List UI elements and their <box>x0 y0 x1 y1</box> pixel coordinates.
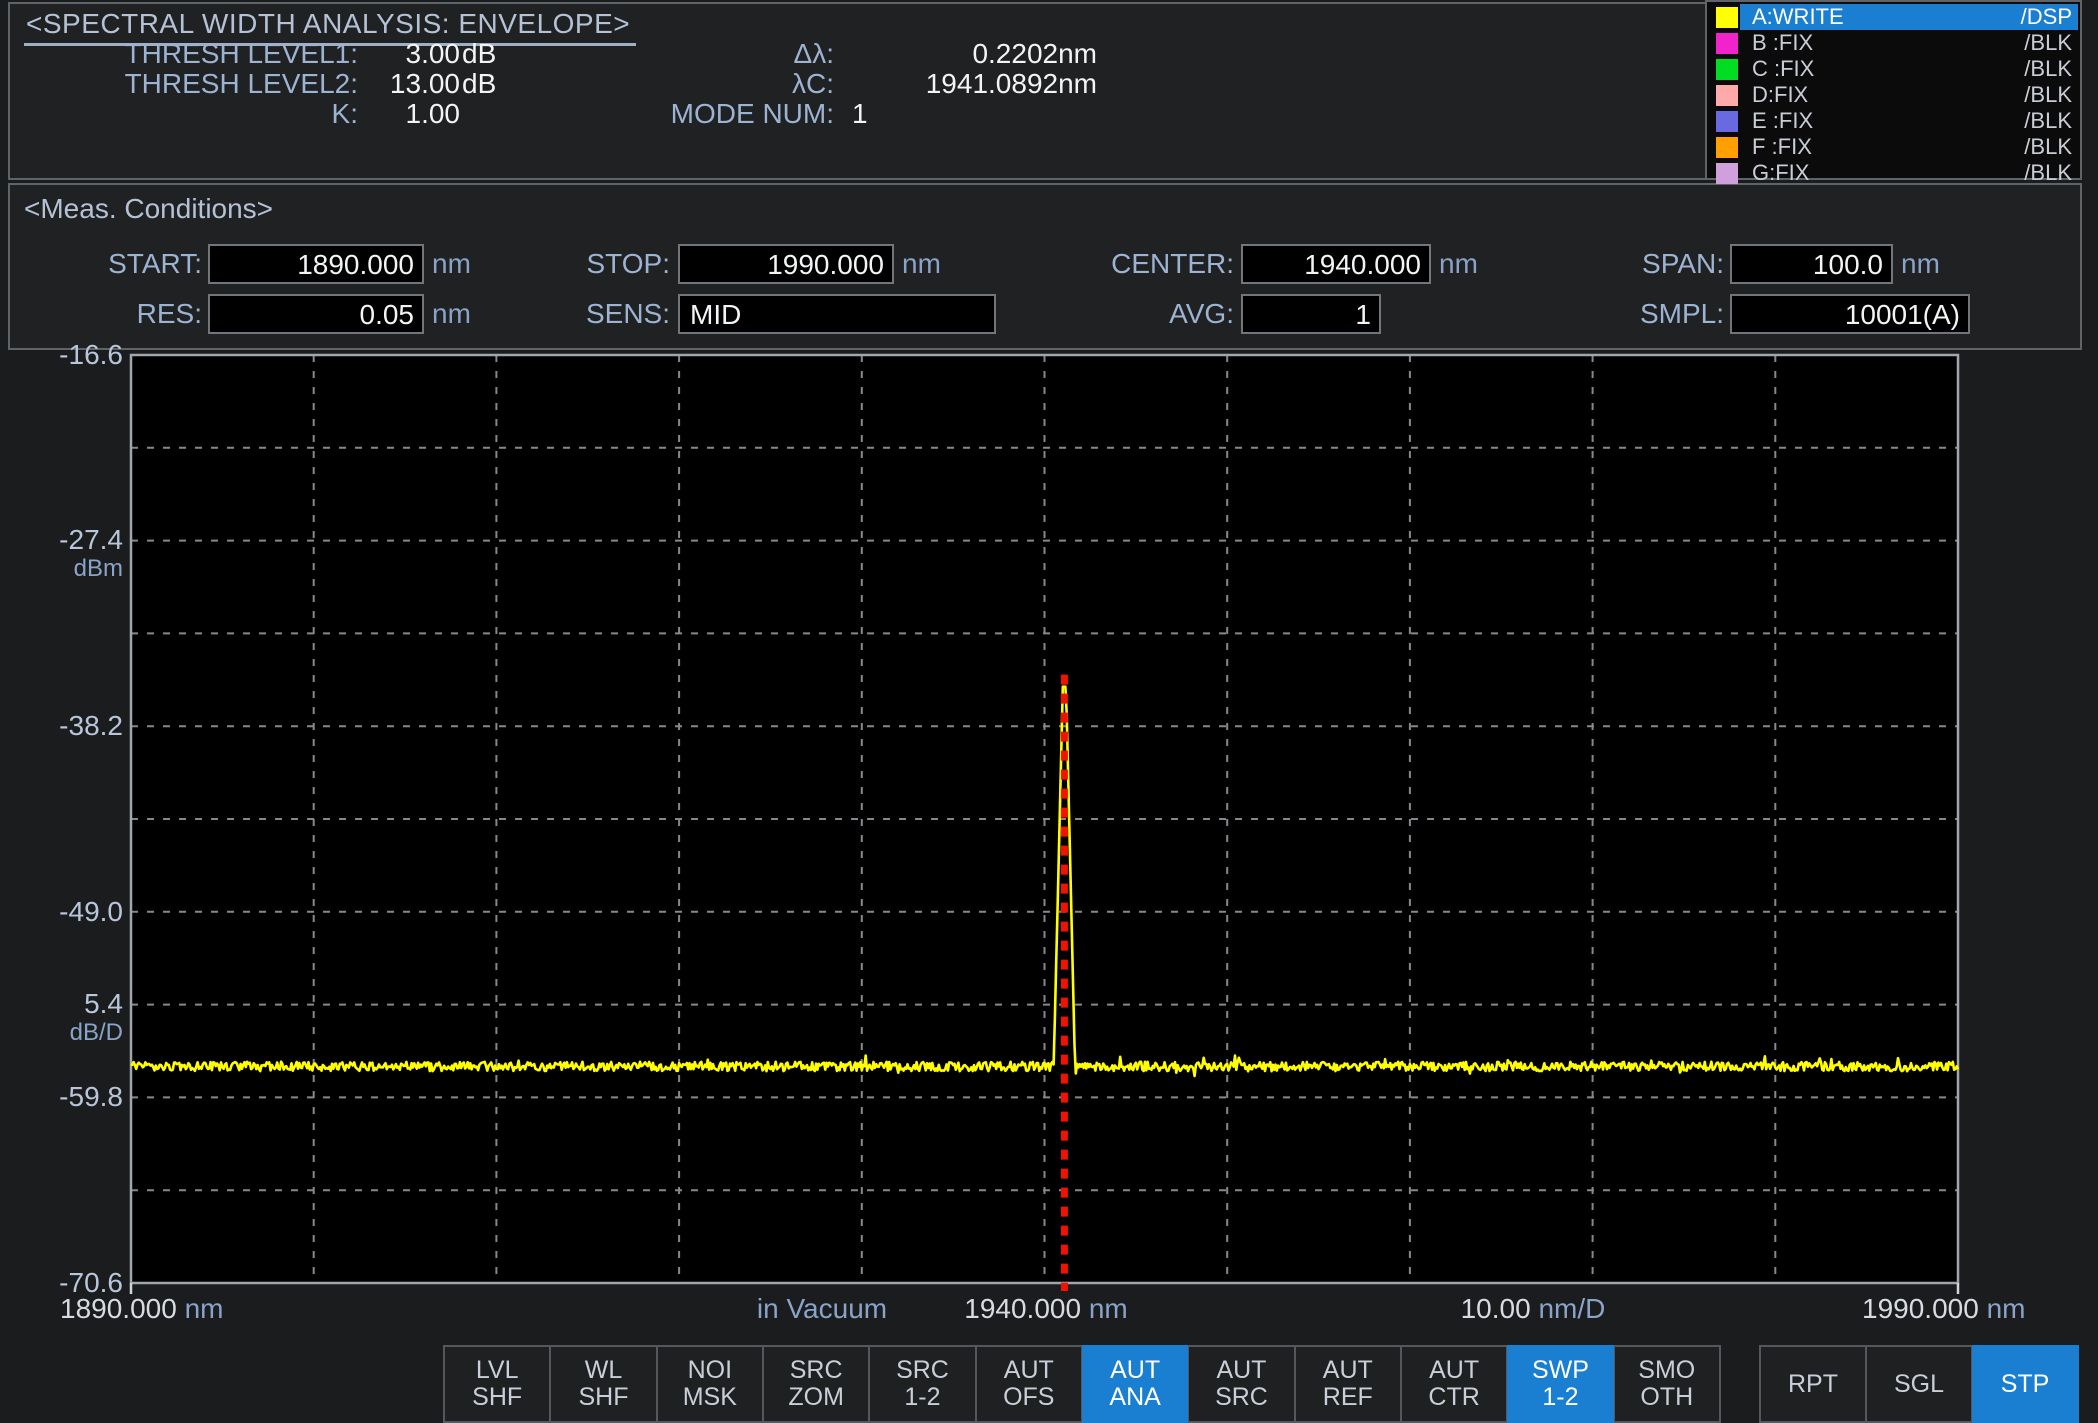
smpl-label: SMPL: <box>1540 294 1724 334</box>
y-axis-unit: dBm <box>0 556 123 582</box>
lambda-c-value: 1941.0892nm <box>846 68 1097 100</box>
k-label: K: <box>10 98 358 130</box>
trace-g-color-swatch <box>1716 163 1738 184</box>
trace-c-status: /BLK <box>2024 56 2072 82</box>
x-axis-vacuum-note: in Vacuum <box>700 1292 944 1326</box>
softkey-row: LVLSHF WLSHF NOIMSK SRCZOM SRC1-2 AUTOFS… <box>443 1345 1721 1423</box>
softkey-noi-msk[interactable]: NOIMSK <box>657 1345 763 1423</box>
softkey-lvl-shf[interactable]: LVLSHF <box>443 1345 550 1423</box>
softkey-aut-ref[interactable]: AUTREF <box>1295 1345 1401 1423</box>
softkey-src-1-2[interactable]: SRC1-2 <box>869 1345 975 1423</box>
trace-c-label: C :FIX <box>1752 56 1814 82</box>
y-scale-unit: dB/D <box>0 1020 123 1046</box>
span-field[interactable]: 100.0 <box>1730 244 1893 284</box>
start-field[interactable]: 1890.000 <box>208 244 424 284</box>
stop-unit: nm <box>902 244 941 284</box>
sens-field[interactable]: MID <box>678 294 996 334</box>
x-tick-center: 1940.000 nm <box>920 1292 1172 1326</box>
trace-c-color-swatch <box>1716 59 1738 80</box>
delta-lambda-label: Δλ: <box>410 38 834 70</box>
y-tick-1: -27.4 <box>0 524 123 556</box>
smpl-field[interactable]: 10001(A) <box>1730 294 1970 334</box>
span-unit: nm <box>1901 244 1940 284</box>
stop-field[interactable]: 1990.000 <box>678 244 894 284</box>
softkey-smo-oth[interactable]: SMOOTH <box>1614 1345 1721 1423</box>
thresh-level2-label: THRESH LEVEL2: <box>10 68 358 100</box>
trace-row-e[interactable]: E :FIX/BLK <box>1707 108 2080 134</box>
res-field[interactable]: 0.05 <box>208 294 424 334</box>
span-label: SPAN: <box>1540 244 1724 284</box>
trace-legend: A:WRITE/DSP B :FIX/BLK C :FIX/BLK D:FIX/… <box>1705 0 2082 180</box>
start-label: START: <box>10 244 202 284</box>
center-field[interactable]: 1940.000 <box>1241 244 1431 284</box>
y-tick-4: -59.8 <box>0 1081 123 1113</box>
trace-b-label: B :FIX <box>1752 30 1813 56</box>
delta-lambda-value: 0.2202nm <box>846 38 1097 70</box>
y-tick-2: -38.2 <box>0 710 123 742</box>
trace-e-status: /BLK <box>2024 108 2072 134</box>
meas-conditions-title: <Meas. Conditions> <box>24 193 273 225</box>
trace-e-color-swatch <box>1716 111 1738 132</box>
center-label: CENTER: <box>1040 244 1234 284</box>
softkey-aut-src[interactable]: AUTSRC <box>1188 1345 1294 1423</box>
trace-d-status: /BLK <box>2024 82 2072 108</box>
trace-row-a[interactable]: A:WRITE/DSP <box>1707 4 2080 30</box>
trace-b-color-swatch <box>1716 33 1738 54</box>
y-tick-3: -49.0 <box>0 896 123 928</box>
trace-e-label: E :FIX <box>1752 108 1813 134</box>
sweep-key-row: RPT SGL STP <box>1759 1345 2079 1423</box>
meas-conditions-panel: <Meas. Conditions> START: 1890.000 nm ST… <box>8 183 2082 350</box>
trace-f-status: /BLK <box>2024 134 2072 160</box>
trace-g-status: /BLK <box>2024 160 2072 186</box>
avg-field[interactable]: 1 <box>1241 294 1381 334</box>
trace-a-color-swatch <box>1716 7 1738 28</box>
trace-a-status: /DSP <box>2021 4 2072 30</box>
lambda-c-label: λC: <box>410 68 834 100</box>
x-tick-left: 1890.000 nm <box>60 1292 223 1326</box>
start-unit: nm <box>432 244 471 284</box>
trace-a-label: A:WRITE <box>1752 4 1844 30</box>
mode-num-label: MODE NUM: <box>410 98 834 130</box>
osa-screen: <SPECTRAL WIDTH ANALYSIS: ENVELOPE> THRE… <box>0 0 2098 1423</box>
mode-num-value: 1 <box>852 98 972 130</box>
trace-b-status: /BLK <box>2024 30 2072 56</box>
trace-row-f[interactable]: F :FIX/BLK <box>1707 134 2080 160</box>
softkey-stp[interactable]: STP <box>1972 1345 2079 1423</box>
spectrum-plot-svg <box>129 353 1960 1297</box>
sens-label: SENS: <box>490 294 670 334</box>
softkey-rpt[interactable]: RPT <box>1759 1345 1866 1423</box>
trace-row-c[interactable]: C :FIX/BLK <box>1707 56 2080 82</box>
trace-f-color-swatch <box>1716 137 1738 158</box>
trace-d-label: D:FIX <box>1752 82 1808 108</box>
res-label: RES: <box>10 294 202 334</box>
trace-row-d[interactable]: D:FIX/BLK <box>1707 82 2080 108</box>
x-tick-right: 1990.000 nm <box>1862 1292 2025 1326</box>
softkey-aut-ana[interactable]: AUTANA <box>1082 1345 1188 1423</box>
trace-row-b[interactable]: B :FIX/BLK <box>1707 30 2080 56</box>
y-scale-value: 5.4 <box>0 988 123 1020</box>
avg-label: AVG: <box>1040 294 1234 334</box>
res-unit: nm <box>432 294 471 334</box>
softkey-wl-shf[interactable]: WLSHF <box>550 1345 656 1423</box>
stop-label: STOP: <box>490 244 670 284</box>
analysis-panel: <SPECTRAL WIDTH ANALYSIS: ENVELOPE> THRE… <box>8 2 1707 180</box>
thresh-level1-label: THRESH LEVEL1: <box>10 38 358 70</box>
trace-g-label: G:FIX <box>1752 160 1809 186</box>
softkey-src-zom[interactable]: SRCZOM <box>763 1345 869 1423</box>
softkey-aut-ctr[interactable]: AUTCTR <box>1401 1345 1507 1423</box>
softkey-sgl[interactable]: SGL <box>1866 1345 1972 1423</box>
trace-d-color-swatch <box>1716 85 1738 106</box>
trace-f-label: F :FIX <box>1752 134 1812 160</box>
x-scale-per-div: 10.00 nm/D <box>1410 1292 1656 1326</box>
spectrum-plot <box>131 355 1958 1283</box>
y-tick-0: -16.6 <box>0 339 123 371</box>
softkey-swp-1-2[interactable]: SWP1-2 <box>1507 1345 1613 1423</box>
softkey-aut-ofs[interactable]: AUTOFS <box>976 1345 1082 1423</box>
center-unit: nm <box>1439 244 1478 284</box>
